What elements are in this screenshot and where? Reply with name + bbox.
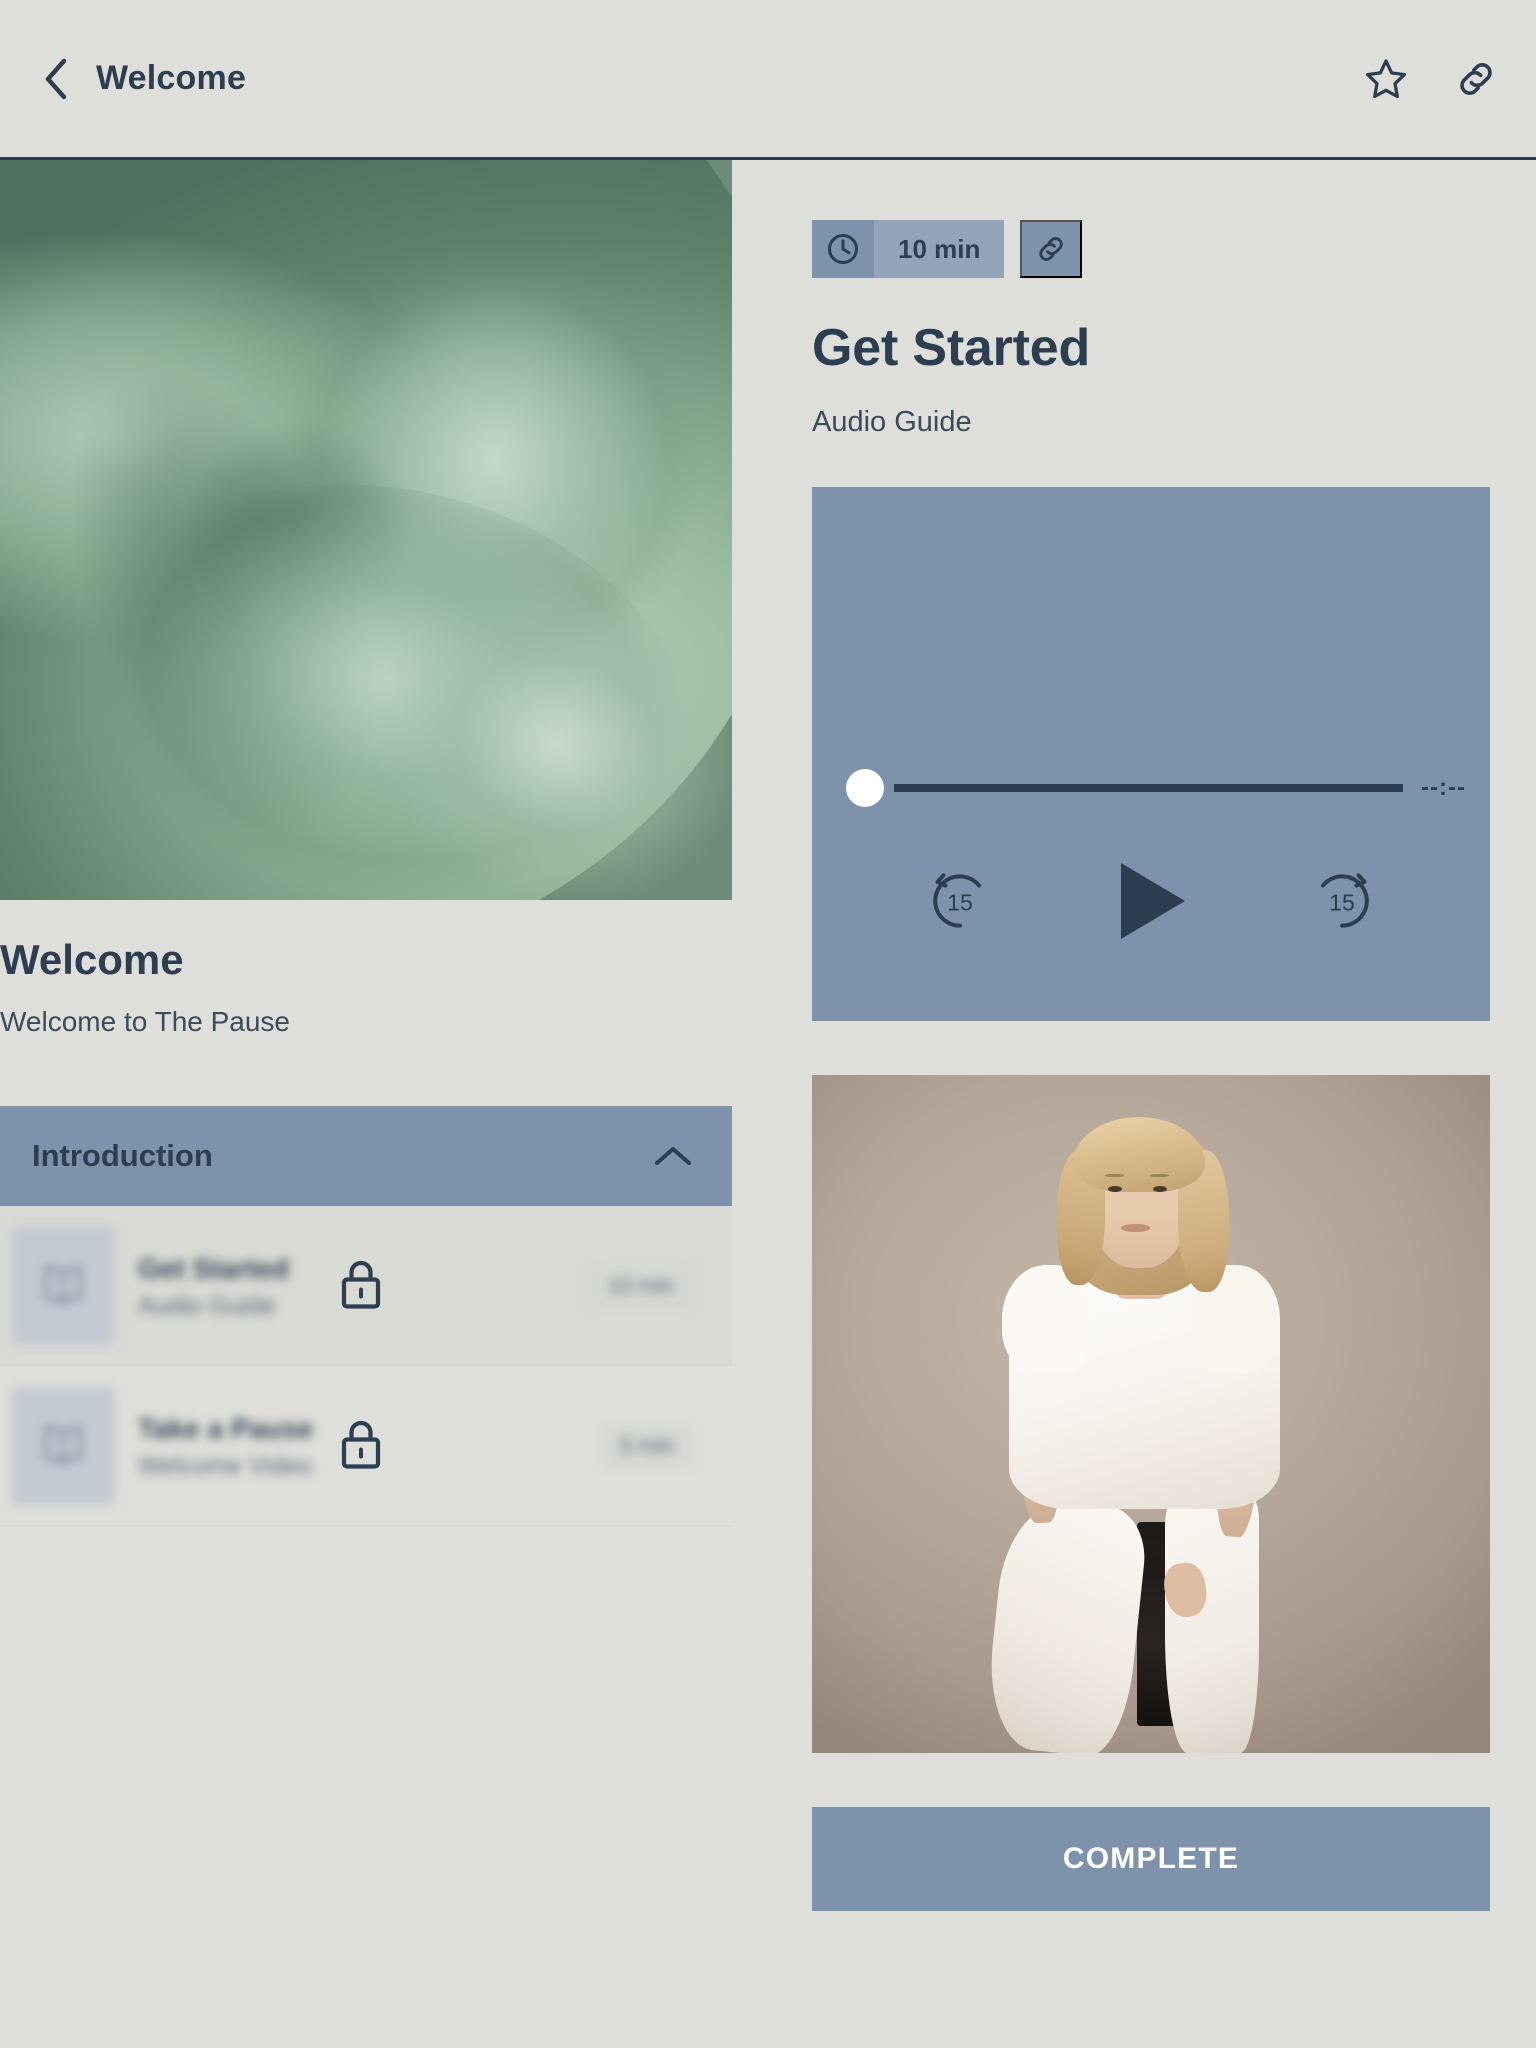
audio-player: --:-- 15 15 [812,487,1490,1021]
chevron-left-icon [45,58,67,99]
course-meta: Welcome Welcome to The Pause [0,900,732,1038]
rewind-15-icon: 15 [933,873,982,928]
accordion-label: Introduction [32,1138,213,1174]
header-actions [1360,53,1502,105]
star-icon [1365,58,1407,98]
open-book-icon [44,1266,82,1305]
svg-text:15: 15 [947,889,973,915]
play-icon [1121,863,1185,939]
page-title: Welcome [96,59,247,97]
duration-badge: 10 min [812,220,1005,278]
svg-text:15: 15 [1329,889,1355,915]
favorite-button[interactable] [1360,53,1412,105]
back-button[interactable] [36,55,74,103]
player-time-display: --:-- [1421,774,1466,801]
player-scrubber[interactable]: --:-- [812,769,1490,807]
course-sidebar: Welcome Welcome to The Pause Introductio… [0,160,732,1566]
link-icon [1460,62,1492,95]
lesson-duration-badge: 10 min [589,1264,692,1307]
instructor-photo [812,1075,1490,1753]
scrubber-track[interactable] [894,784,1404,792]
play-button[interactable] [1113,859,1189,943]
lesson-badge-row: 10 min [812,220,1490,278]
share-link-button[interactable] [1450,53,1502,105]
lesson-detail-subtitle: Audio Guide [812,406,972,438]
duration-text: 10 min [874,220,1005,278]
lock-icon [338,1255,384,1316]
course-subtitle: Welcome to The Pause [0,1006,291,1038]
list-item[interactable]: Take a Pause Welcome Video 5 min [0,1366,732,1527]
lesson-thumbnail [12,1226,114,1345]
copy-link-button[interactable] [1020,220,1083,278]
course-hero-image [0,160,732,900]
complete-button[interactable]: COMPLETE [812,1807,1490,1911]
rewind-15-button[interactable]: 15 [923,864,997,938]
lesson-thumbnail [12,1386,114,1505]
chevron-up-icon [650,1133,696,1179]
link-icon [1039,237,1064,261]
list-item[interactable]: Get Started Audio Guide 10 min [0,1206,732,1367]
page-content: Welcome Welcome to The Pause Introductio… [0,160,1536,2045]
scrubber-thumb[interactable] [846,769,884,807]
clock-icon [812,220,874,278]
photo-vignette [812,1075,1490,1753]
forward-15-button[interactable]: 15 [1305,864,1379,938]
player-controls: 15 15 [812,859,1490,943]
lesson-detail-panel: 10 min Get Started Audio Guide --:-- 15 … [732,160,1536,1911]
course-title: Welcome [0,936,184,983]
module-accordion: Introduction Get Started Audio Guide 10 … [0,1106,732,1527]
open-book-icon [44,1426,82,1465]
forward-15-icon: 15 [1320,873,1369,928]
accordion-header-introduction[interactable]: Introduction [0,1106,732,1207]
lesson-duration-badge: 5 min [602,1424,692,1467]
lesson-detail-title: Get Started [812,319,1091,377]
app-header: Welcome [0,0,1536,160]
header-left-group: Welcome [36,55,246,103]
lock-icon [338,1415,384,1476]
